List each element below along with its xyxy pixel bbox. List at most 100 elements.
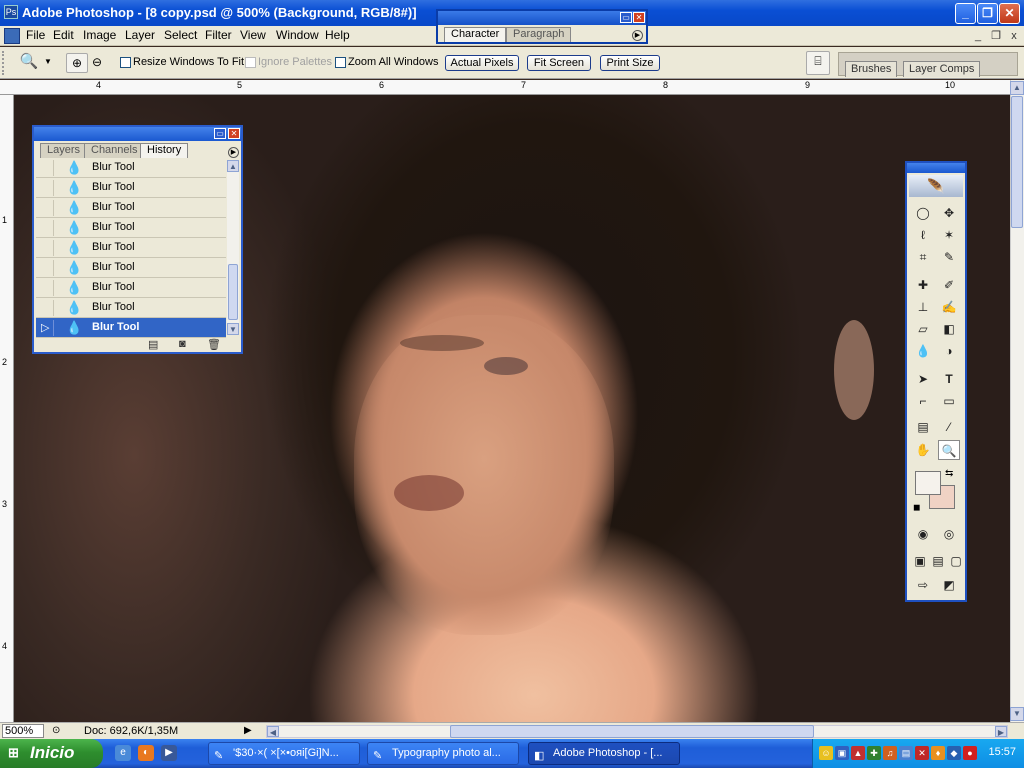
blur-tool-icon[interactable]: 💧 [912,341,934,361]
document-icon[interactable] [4,28,20,44]
status-menu-arrow-icon[interactable]: ▶ [244,725,252,736]
clone-stamp-tool-icon[interactable]: ⊥ [912,297,934,317]
scroll-down-icon[interactable]: ▼ [1010,707,1024,721]
tray-icon-2[interactable]: ▣ [835,746,849,760]
tab-history[interactable]: History [140,143,189,158]
taskbar-button-2[interactable]: ✎ Typography photo al... [367,742,519,765]
lasso-tool-icon[interactable]: ℓ [912,225,934,245]
tab-channels[interactable]: Channels [84,143,145,158]
eraser-tool-icon[interactable]: ▱ [912,319,934,339]
snapshot-source-box[interactable] [38,160,54,176]
brush-tool-icon[interactable]: ✐ [938,275,960,295]
history-scroll-thumb[interactable] [228,264,238,320]
tab-layer-comps[interactable]: Layer Comps [903,61,981,77]
history-item[interactable]: 💧 Blur Tool [36,198,226,218]
menu-filter[interactable]: Filter [205,28,232,42]
history-item[interactable]: 💧 Blur Tool [36,158,226,178]
history-item[interactable]: 💧 Blur Tool [36,278,226,298]
tray-icon-8[interactable]: ♦ [931,746,945,760]
start-button[interactable]: ⊞ Inicio [0,739,103,768]
zoom-level-field[interactable]: 500% [2,724,44,738]
trash-icon[interactable]: 🗑 [207,338,221,351]
fit-screen-button[interactable]: Fit Screen [527,55,591,71]
history-item[interactable]: 💧 Blur Tool [36,178,226,198]
vertical-scroll-thumb[interactable] [1011,96,1023,228]
snapshot-source-box[interactable] [38,300,54,316]
menu-window[interactable]: Window [276,28,319,42]
palette-minimize-icon[interactable]: ▭ [214,128,226,139]
zoom-all-windows-checkbox[interactable] [335,57,346,68]
tray-icon-5[interactable]: ♫ [883,746,897,760]
history-item-selected[interactable]: ▷ 💧 Blur Tool [36,318,226,338]
scroll-up-icon[interactable]: ▲ [227,160,239,172]
quick-mask-mode-icon[interactable]: ◎ [938,524,960,544]
jump-to-imageready-icon[interactable]: ⇨ [912,575,934,595]
gradient-tool-icon[interactable]: ◧ [938,319,960,339]
history-brush-tool-icon[interactable]: ✍ [938,297,960,317]
zoom-out-icon[interactable]: ⊖ [86,53,108,73]
swap-colors-icon[interactable]: ⇆ [945,468,953,479]
notes-tool-icon[interactable]: ▤ [912,417,934,437]
scroll-up-icon[interactable]: ▲ [1010,81,1024,95]
palette-close-icon[interactable]: ✕ [633,12,645,23]
standard-screen-mode-icon[interactable]: ▣ [912,551,928,571]
imageready-icon[interactable]: ◩ [938,575,960,595]
menu-file[interactable]: File [26,28,45,42]
toolbox-title-bar[interactable] [907,163,965,173]
snapshot-source-box[interactable] [38,220,54,236]
history-item[interactable]: 💧 Blur Tool [36,258,226,278]
snapshot-source-box[interactable] [38,280,54,296]
menu-edit[interactable]: Edit [53,28,74,42]
horizontal-scroll-thumb[interactable] [450,725,814,738]
doc-restore-button[interactable]: ❐ [988,29,1004,43]
foreground-color-swatch[interactable] [915,471,941,495]
ie-quicklaunch-icon[interactable]: e [115,745,131,761]
palette-title-bar[interactable] [34,127,241,141]
history-item[interactable]: 💧 Blur Tool [36,298,226,318]
slice-tool-icon[interactable]: ✎ [938,247,960,267]
quicklaunch-icon[interactable]: ◐ [138,745,154,761]
scroll-left-icon[interactable]: ◀ [267,726,279,737]
snapshot-source-box[interactable] [38,240,54,256]
standard-mode-icon[interactable]: ◉ [912,524,934,544]
tab-paragraph[interactable]: Paragraph [506,27,572,42]
tray-icon-1[interactable]: ☺ [819,746,833,760]
palette-menu-icon[interactable]: ▶ [632,30,643,41]
resize-windows-checkbox[interactable] [120,57,131,68]
healing-brush-tool-icon[interactable]: ✚ [912,275,934,295]
marquee-tool-icon[interactable]: ◯ [912,203,934,223]
palette-close-icon[interactable]: ✕ [228,128,240,139]
tray-icon-6[interactable]: ▤ [899,746,913,760]
print-size-button[interactable]: Print Size [600,55,660,71]
minimize-button[interactable]: _ [955,3,976,24]
menu-image[interactable]: Image [83,28,116,42]
path-selection-tool-icon[interactable]: ➤ [912,369,934,389]
snapshot-source-box[interactable] [38,180,54,196]
file-browser-icon[interactable]: ⌸ [806,51,830,75]
scroll-down-icon[interactable]: ▼ [227,323,239,335]
tray-icon-4[interactable]: ✚ [867,746,881,760]
doc-close-button[interactable]: x [1006,29,1022,43]
history-item[interactable]: 💧 Blur Tool [36,238,226,258]
pen-tool-icon[interactable]: ⌐ [912,391,934,411]
type-tool-icon[interactable]: T [938,369,960,389]
close-button[interactable]: ✕ [999,3,1020,24]
default-colors-icon[interactable]: ◼ [913,502,920,513]
maximize-button[interactable]: ❐ [977,3,998,24]
move-tool-icon[interactable]: ✥ [938,203,960,223]
history-item[interactable]: 💧 Blur Tool [36,218,226,238]
menu-layer[interactable]: Layer [125,28,155,42]
photoshop-app-icon[interactable]: Ps [4,5,18,19]
feather-logo-icon[interactable]: 🪶 [909,175,963,197]
taskbar-button-photoshop[interactable]: ◧ Adobe Photoshop - [... [528,742,680,765]
tab-character[interactable]: Character [444,27,507,42]
full-screen-menu-mode-icon[interactable]: ▤ [930,551,946,571]
taskbar-button-1[interactable]: ✎ '$30·×( ×[×•oяi[Gi]N... [208,742,360,765]
new-document-from-state-icon[interactable]: ▤ [148,338,158,351]
palette-minimize-icon[interactable]: ▭ [620,12,632,23]
tray-icon-10[interactable]: ● [963,746,977,760]
dodge-tool-icon[interactable]: ◑ [938,341,960,361]
tray-icon-9[interactable]: ◆ [947,746,961,760]
menu-view[interactable]: View [240,28,266,42]
eyedropper-tool-icon[interactable]: ⁄ [938,417,960,437]
